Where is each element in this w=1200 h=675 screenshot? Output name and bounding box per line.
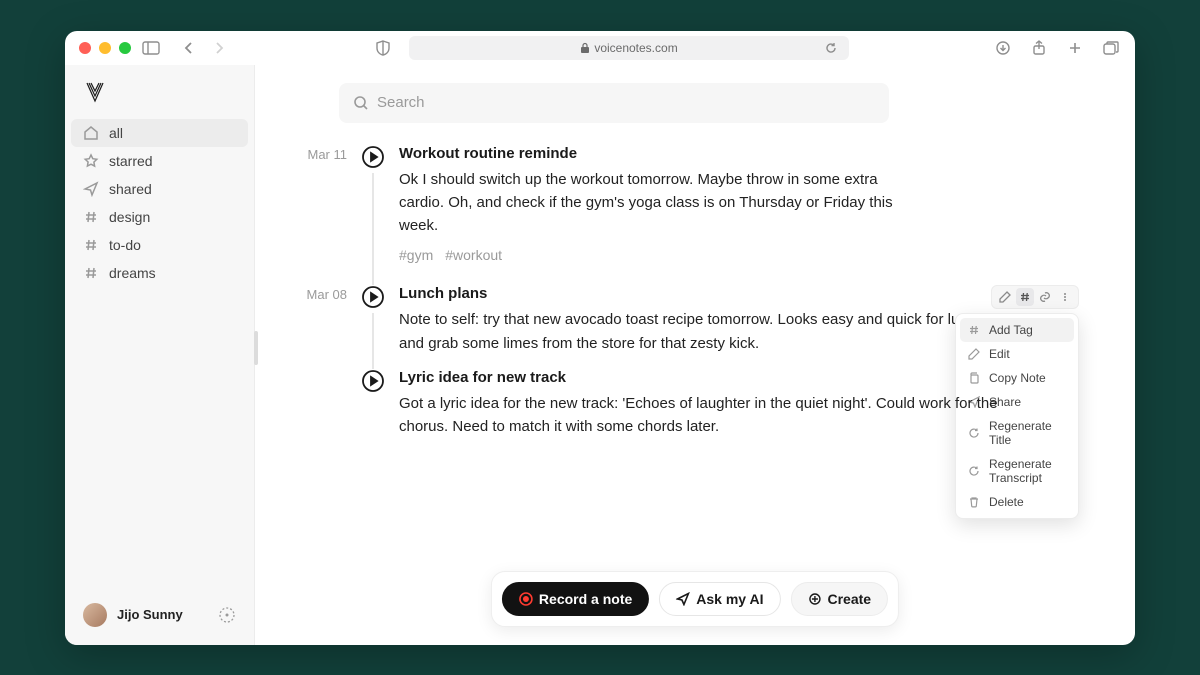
- note-body: Got a lyric idea for the new track: 'Ech…: [399, 392, 1039, 439]
- ask-ai-label: Ask my AI: [696, 591, 763, 607]
- sidebar: all starred shared design: [65, 65, 255, 645]
- ask-ai-button[interactable]: Ask my AI: [659, 582, 780, 616]
- hash-icon: [83, 237, 99, 253]
- url-bar[interactable]: voicenotes.com: [409, 36, 849, 60]
- hash-icon: [83, 265, 99, 281]
- play-icon[interactable]: [361, 369, 385, 393]
- privacy-shield-icon[interactable]: [373, 38, 393, 58]
- sidebar-item-label: starred: [109, 153, 153, 169]
- record-label: Record a note: [539, 591, 632, 607]
- url-text: voicenotes.com: [594, 41, 677, 55]
- search-input[interactable]: [377, 94, 875, 111]
- create-button[interactable]: Create: [790, 582, 888, 616]
- hash-icon: [83, 209, 99, 225]
- share-icon[interactable]: [1029, 38, 1049, 58]
- forward-button[interactable]: [209, 38, 229, 58]
- sync-icon[interactable]: [218, 606, 236, 624]
- sidebar-item-design[interactable]: design: [71, 203, 248, 231]
- note-hover-toolbar: [991, 285, 1079, 309]
- notes-list: Mar 11 Workout routine reminde Ok I shou…: [295, 145, 1095, 461]
- tabs-overview-icon[interactable]: [1101, 38, 1121, 58]
- create-label: Create: [827, 591, 871, 607]
- window-traffic-lights: [79, 42, 131, 54]
- app-window: voicenotes.com: [65, 31, 1135, 645]
- send-icon: [676, 592, 690, 606]
- hash-icon[interactable]: [1016, 288, 1034, 306]
- note-row[interactable]: Mar 08 Lunch plans Note to self: try tha…: [295, 285, 1095, 369]
- note-date: Mar 08: [295, 285, 347, 355]
- new-tab-icon[interactable]: [1065, 38, 1085, 58]
- user-name[interactable]: Jijo Sunny: [117, 607, 208, 622]
- note-title: Lyric idea for new track: [399, 369, 1039, 386]
- menu-edit[interactable]: Edit: [960, 342, 1074, 366]
- note-tag[interactable]: #workout: [445, 247, 502, 263]
- timeline-rail: [372, 173, 374, 286]
- sparkle-icon: [807, 592, 821, 606]
- downloads-icon[interactable]: [993, 38, 1013, 58]
- search-icon: [353, 95, 369, 111]
- sidebar-item-todo[interactable]: to-do: [71, 231, 248, 259]
- sidebar-footer: Jijo Sunny: [71, 595, 248, 635]
- sidebar-item-label: shared: [109, 181, 152, 197]
- menu-add-tag[interactable]: Add Tag: [960, 318, 1074, 342]
- menu-label: Edit: [989, 347, 1010, 361]
- note-date: Mar 11: [295, 145, 347, 264]
- note-body: Note to self: try that new avocado toast…: [399, 308, 1039, 355]
- sidebar-item-all[interactable]: all: [71, 119, 248, 147]
- note-title: Lunch plans: [399, 285, 1039, 302]
- record-button[interactable]: Record a note: [502, 582, 649, 616]
- menu-delete[interactable]: Delete: [960, 490, 1074, 514]
- sidebar-item-shared[interactable]: shared: [71, 175, 248, 203]
- timeline-rail: [372, 313, 374, 369]
- reload-icon[interactable]: [821, 38, 841, 58]
- sidebar-item-starred[interactable]: starred: [71, 147, 248, 175]
- note-tag[interactable]: #gym: [399, 247, 433, 263]
- more-icon[interactable]: [1056, 288, 1074, 306]
- note-row[interactable]: Mar 11 Workout routine reminde Ok I shou…: [295, 145, 1095, 286]
- app-logo[interactable]: [85, 81, 109, 105]
- action-bar: Record a note Ask my AI Create: [491, 571, 899, 627]
- trash-icon: [968, 496, 981, 509]
- refresh-icon: [968, 465, 981, 478]
- sidebar-item-label: design: [109, 209, 150, 225]
- main-area: Mar 11 Workout routine reminde Ok I shou…: [255, 65, 1135, 645]
- lock-icon: [580, 42, 590, 54]
- sidebar-toggle-icon[interactable]: [141, 38, 161, 58]
- home-icon: [83, 125, 99, 141]
- play-icon[interactable]: [361, 285, 385, 309]
- menu-label: Delete: [989, 495, 1024, 509]
- note-row[interactable]: Lyric idea for new track Got a lyric ide…: [295, 369, 1095, 461]
- star-icon: [83, 153, 99, 169]
- minimize-window-button[interactable]: [99, 42, 111, 54]
- note-title: Workout routine reminde: [399, 145, 919, 162]
- link-icon[interactable]: [1036, 288, 1054, 306]
- hash-icon: [968, 324, 981, 337]
- sidebar-item-label: to-do: [109, 237, 141, 253]
- close-window-button[interactable]: [79, 42, 91, 54]
- sidebar-item-label: dreams: [109, 265, 156, 281]
- browser-toolbar: voicenotes.com: [65, 31, 1135, 65]
- back-button[interactable]: [179, 38, 199, 58]
- edit-icon[interactable]: [996, 288, 1014, 306]
- user-avatar[interactable]: [83, 603, 107, 627]
- scrollbar-thumb[interactable]: [254, 331, 258, 365]
- play-icon[interactable]: [361, 145, 385, 169]
- record-icon: [519, 592, 533, 606]
- search-bar[interactable]: [339, 83, 889, 123]
- note-tags: #gym #workout: [399, 247, 919, 263]
- note-body: Ok I should switch up the workout tomorr…: [399, 168, 919, 238]
- menu-label: Add Tag: [989, 323, 1033, 337]
- send-icon: [83, 181, 99, 197]
- menu-label: Regenerate Transcript: [989, 457, 1066, 485]
- pencil-icon: [968, 348, 981, 361]
- sidebar-item-label: all: [109, 125, 123, 141]
- zoom-window-button[interactable]: [119, 42, 131, 54]
- note-date: [295, 369, 347, 439]
- sidebar-item-dreams[interactable]: dreams: [71, 259, 248, 287]
